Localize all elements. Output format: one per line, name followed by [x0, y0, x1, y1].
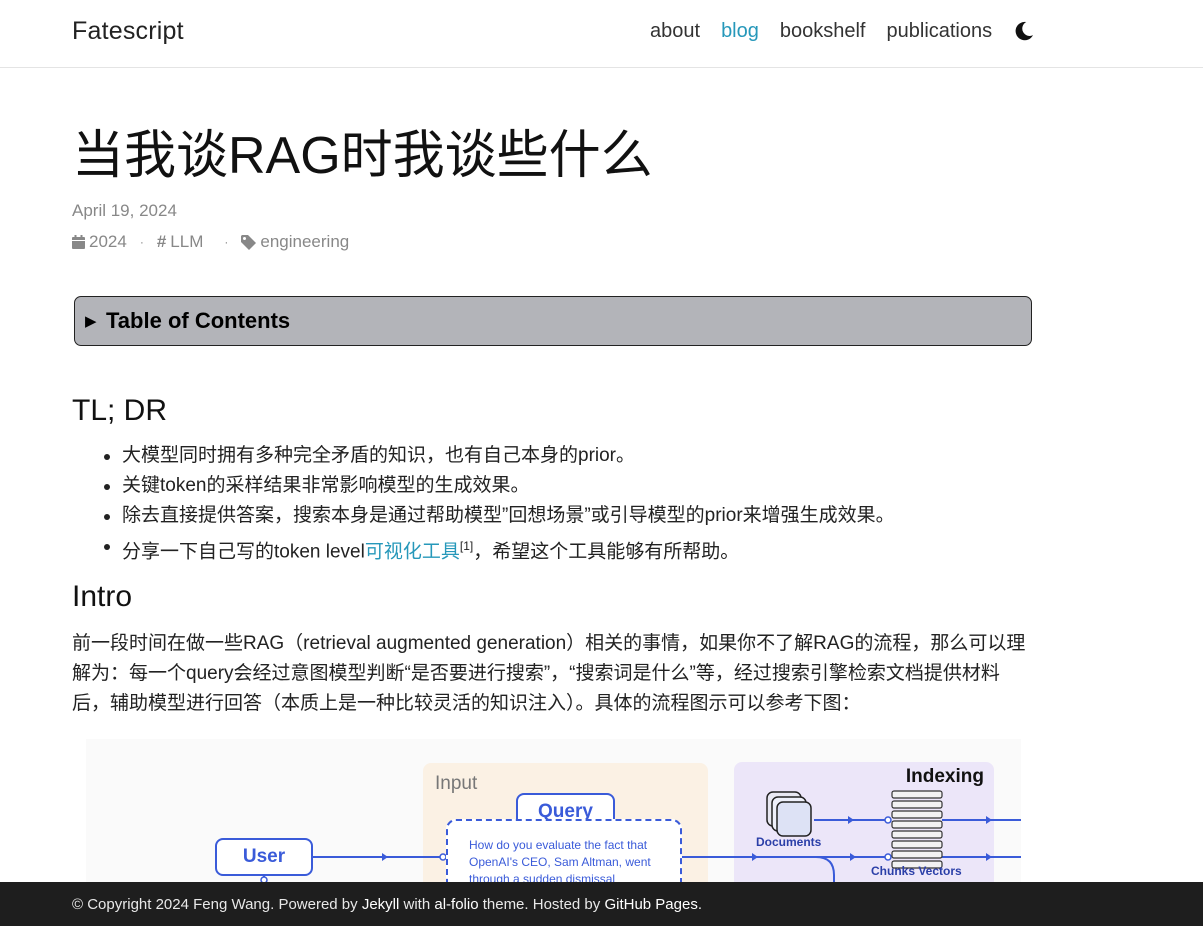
section-heading-intro: Intro [72, 580, 133, 613]
post-title: 当我谈RAG时我谈些什么 [72, 127, 653, 185]
year-link[interactable]: 2024 [72, 232, 127, 252]
intro-paragraph: 前一段时间在做一些RAG（retrieval augmented generat… [72, 633, 1026, 714]
footer-text: © Copyright 2024 Feng Wang. Powered by J… [72, 896, 702, 913]
year-label: 2024 [89, 232, 127, 251]
list-item-text: ，希望这个工具能够有所帮助。 [473, 541, 740, 563]
rag-flow-figure: Input Indexing Query How do you evaluate… [86, 739, 1021, 889]
tag-link[interactable]: engineering [241, 232, 349, 252]
meta-separator: · [139, 235, 144, 249]
documents-label: Documents [756, 835, 822, 849]
navbar: Fatescript about blog bookshelf publicat… [0, 0, 1203, 68]
meta-separator: · [224, 235, 229, 249]
query-example-text: How do you evaluate the fact that OpenAI… [446, 819, 682, 889]
nav-link-publications[interactable]: publications [887, 20, 993, 43]
list-item: 大模型同时拥有多种完全矛盾的知识，也有自己本身的prior。 [104, 441, 895, 471]
category-label: LLM [170, 232, 204, 251]
section-heading-tldr: TL; DR [72, 394, 168, 427]
moon-icon[interactable] [1013, 20, 1035, 42]
post-date: April 19, 2024 [72, 201, 177, 220]
chunks-stack-icon [891, 790, 943, 869]
github-pages-link[interactable]: GitHub Pages [604, 896, 697, 913]
list-item: 除去直接提供答案，搜索本身是通过帮助模型”回想场景”或引导模型的prior来增强… [104, 501, 895, 531]
tag-icon [241, 234, 257, 250]
calendar-icon [72, 235, 85, 249]
visualization-tool-link[interactable]: 可视化工具 [365, 541, 460, 562]
post-meta: 2024 · # LLM · engineering [72, 232, 349, 252]
nav-link-about[interactable]: about [650, 20, 700, 43]
toc-label: Table of Contents [106, 308, 291, 333]
copyright-text: © Copyright 2024 Feng Wang. Powered by [72, 896, 362, 913]
footer-text-end: . [697, 896, 703, 913]
footer: © Copyright 2024 Feng Wang. Powered by J… [0, 882, 1203, 926]
documents-icon [766, 791, 812, 837]
nav-link-bookshelf[interactable]: bookshelf [780, 20, 866, 43]
user-node: User [215, 838, 313, 876]
category-link[interactable]: # LLM [157, 232, 204, 252]
site-brand[interactable]: Fatescript [72, 17, 184, 46]
hashtag-icon: # [156, 232, 167, 251]
chunks-vectors-label: Chunks Vectors [871, 864, 962, 878]
tag-label: engineering [260, 232, 350, 251]
footer-text-theme: theme. Hosted by [478, 896, 605, 913]
al-folio-link[interactable]: al-folio [434, 896, 478, 913]
nav-links: about blog bookshelf publications [650, 20, 1013, 43]
list-item: 分享一下自己写的token level可视化工具[1]，希望这个工具能够有所帮助… [104, 531, 895, 563]
nav-link-blog[interactable]: blog [721, 20, 759, 43]
footer-text-with: with [399, 896, 435, 913]
list-item: 关键token的采样结果非常影响模型的生成效果。 [104, 471, 895, 501]
tldr-list: 大模型同时拥有多种完全矛盾的知识，也有自己本身的prior。 关键token的采… [72, 441, 895, 563]
footnote-ref[interactable]: [1] [460, 539, 473, 553]
table-of-contents[interactable]: ▶ Table of Contents [74, 296, 1032, 346]
disclosure-triangle-icon: ▶ [85, 313, 97, 330]
list-item-text: 分享一下自己写的token level [122, 541, 365, 563]
jekyll-link[interactable]: Jekyll [362, 896, 400, 913]
